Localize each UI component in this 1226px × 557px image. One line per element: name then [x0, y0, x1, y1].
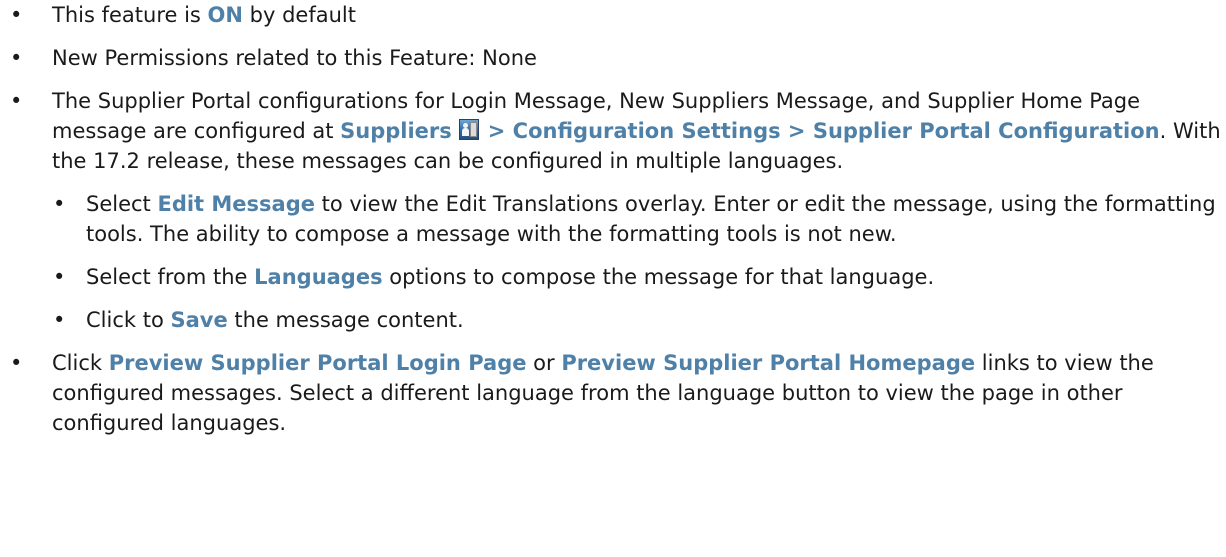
nav-path-configuration: > Configuration Settings > Supplier Port… [480, 119, 1160, 143]
sub-list-item: Click to Save the message content. [52, 305, 1226, 335]
emphasis-text: Preview Supplier Portal Login Page [108, 351, 527, 375]
text: Select [86, 192, 158, 216]
list-item: New Permissions related to this Feature:… [0, 43, 1226, 73]
emphasis-text: Edit Message [157, 192, 315, 216]
nav-path-suppliers: Suppliers [340, 119, 452, 143]
text: by default [242, 3, 356, 27]
supplier-icon [459, 119, 480, 140]
list-item: Click Preview Supplier Portal Login Page… [0, 348, 1226, 438]
text: the message content. [227, 308, 464, 332]
bullet-list: This feature is ON by default New Permis… [0, 0, 1226, 438]
sub-list-item: Select from the Languages options to com… [52, 262, 1226, 292]
emphasis-text: Languages [254, 265, 383, 289]
emphasis-text: ON [207, 3, 243, 27]
list-item: The Supplier Portal configurations for L… [0, 86, 1226, 335]
document-body: This feature is ON by default New Permis… [0, 0, 1226, 557]
text: or [526, 351, 562, 375]
text: Click [52, 351, 109, 375]
text: Click to [86, 308, 171, 332]
text: This feature is [52, 3, 208, 27]
emphasis-text: Save [170, 308, 228, 332]
text: New Permissions related to this Feature:… [52, 46, 537, 70]
text: Select from the [86, 265, 255, 289]
text: options to compose the message for that … [382, 265, 935, 289]
list-item: This feature is ON by default [0, 0, 1226, 30]
emphasis-text: Preview Supplier Portal Homepage [561, 351, 976, 375]
sub-bullet-list: Select Edit Message to view the Edit Tra… [52, 189, 1226, 335]
sub-list-item: Select Edit Message to view the Edit Tra… [52, 189, 1226, 249]
